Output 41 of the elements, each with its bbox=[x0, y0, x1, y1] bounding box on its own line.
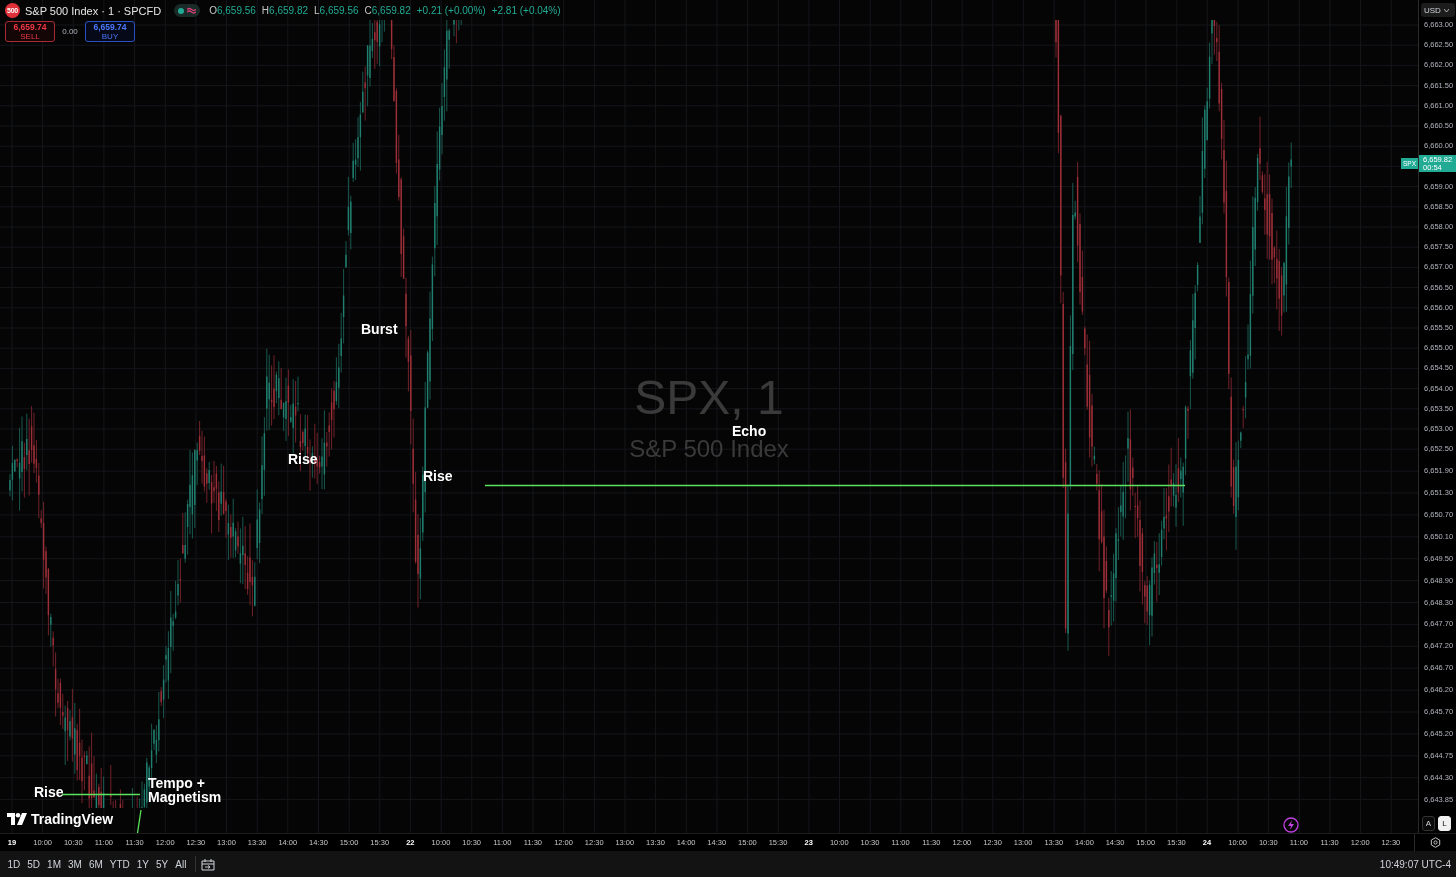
ohlc-value: 6,659.56 bbox=[216, 5, 256, 16]
chart-annotation: Rise bbox=[34, 785, 64, 799]
chart-annotation: Rise bbox=[423, 469, 453, 483]
scale-mode-button[interactable]: A bbox=[1422, 816, 1435, 831]
logo-text: TradingView bbox=[31, 811, 114, 827]
chart-annotation: Rise bbox=[288, 452, 318, 466]
range-button[interactable]: 5Y bbox=[152, 858, 172, 870]
spread-value: 0.00 bbox=[61, 27, 79, 36]
caret-icon[interactable] bbox=[1443, 8, 1449, 12]
settings-icon[interactable] bbox=[1430, 837, 1442, 848]
market-status-icon[interactable] bbox=[174, 4, 201, 17]
chart-annotation: Tempo + Magnetism bbox=[148, 776, 223, 804]
range-button[interactable]: 3M bbox=[64, 858, 86, 870]
trend-line bbox=[136, 809, 142, 833]
ohlc-label: H bbox=[261, 5, 270, 16]
ohlc-value: 6,659.82 bbox=[371, 5, 411, 16]
range-button[interactable]: 5D bbox=[23, 858, 44, 870]
scale-mode-button[interactable]: L bbox=[1438, 816, 1451, 831]
range-button[interactable]: 6M bbox=[85, 858, 107, 870]
calendar-icon[interactable] bbox=[200, 857, 215, 871]
range-button[interactable]: All bbox=[171, 858, 190, 870]
price-change: +2.81 (+0.04%) bbox=[491, 5, 561, 16]
currency-dropdown[interactable]: USD bbox=[1421, 3, 1455, 17]
range-button[interactable]: 1Y bbox=[133, 858, 153, 870]
sell-button[interactable]: 6,659.74 SELL bbox=[5, 21, 55, 42]
chart-annotation: Echo bbox=[732, 424, 767, 438]
chart-annotation: Burst bbox=[361, 322, 398, 336]
ohlc-label: C bbox=[364, 5, 372, 16]
ohlc-value: 6,659.56 bbox=[319, 5, 359, 16]
range-button[interactable]: YTD bbox=[106, 858, 134, 870]
ohlc-label: L bbox=[314, 5, 320, 16]
lightning-icon[interactable] bbox=[1283, 817, 1299, 833]
price-change: +0.21 (+0.00%) bbox=[416, 5, 486, 16]
range-button[interactable]: 1D bbox=[4, 858, 24, 870]
ohlc-label: O bbox=[209, 5, 217, 16]
clock: 10:49:07 UTC-4 bbox=[1379, 858, 1451, 870]
symbol-title[interactable]: S&P 500 Index · 1 · SPCFD bbox=[25, 4, 162, 17]
ohlc-value: 6,659.82 bbox=[269, 5, 309, 16]
logo-icon bbox=[7, 813, 27, 825]
buy-button[interactable]: 6,659.74 BUY bbox=[85, 21, 135, 42]
range-button[interactable]: 1M bbox=[43, 858, 65, 870]
